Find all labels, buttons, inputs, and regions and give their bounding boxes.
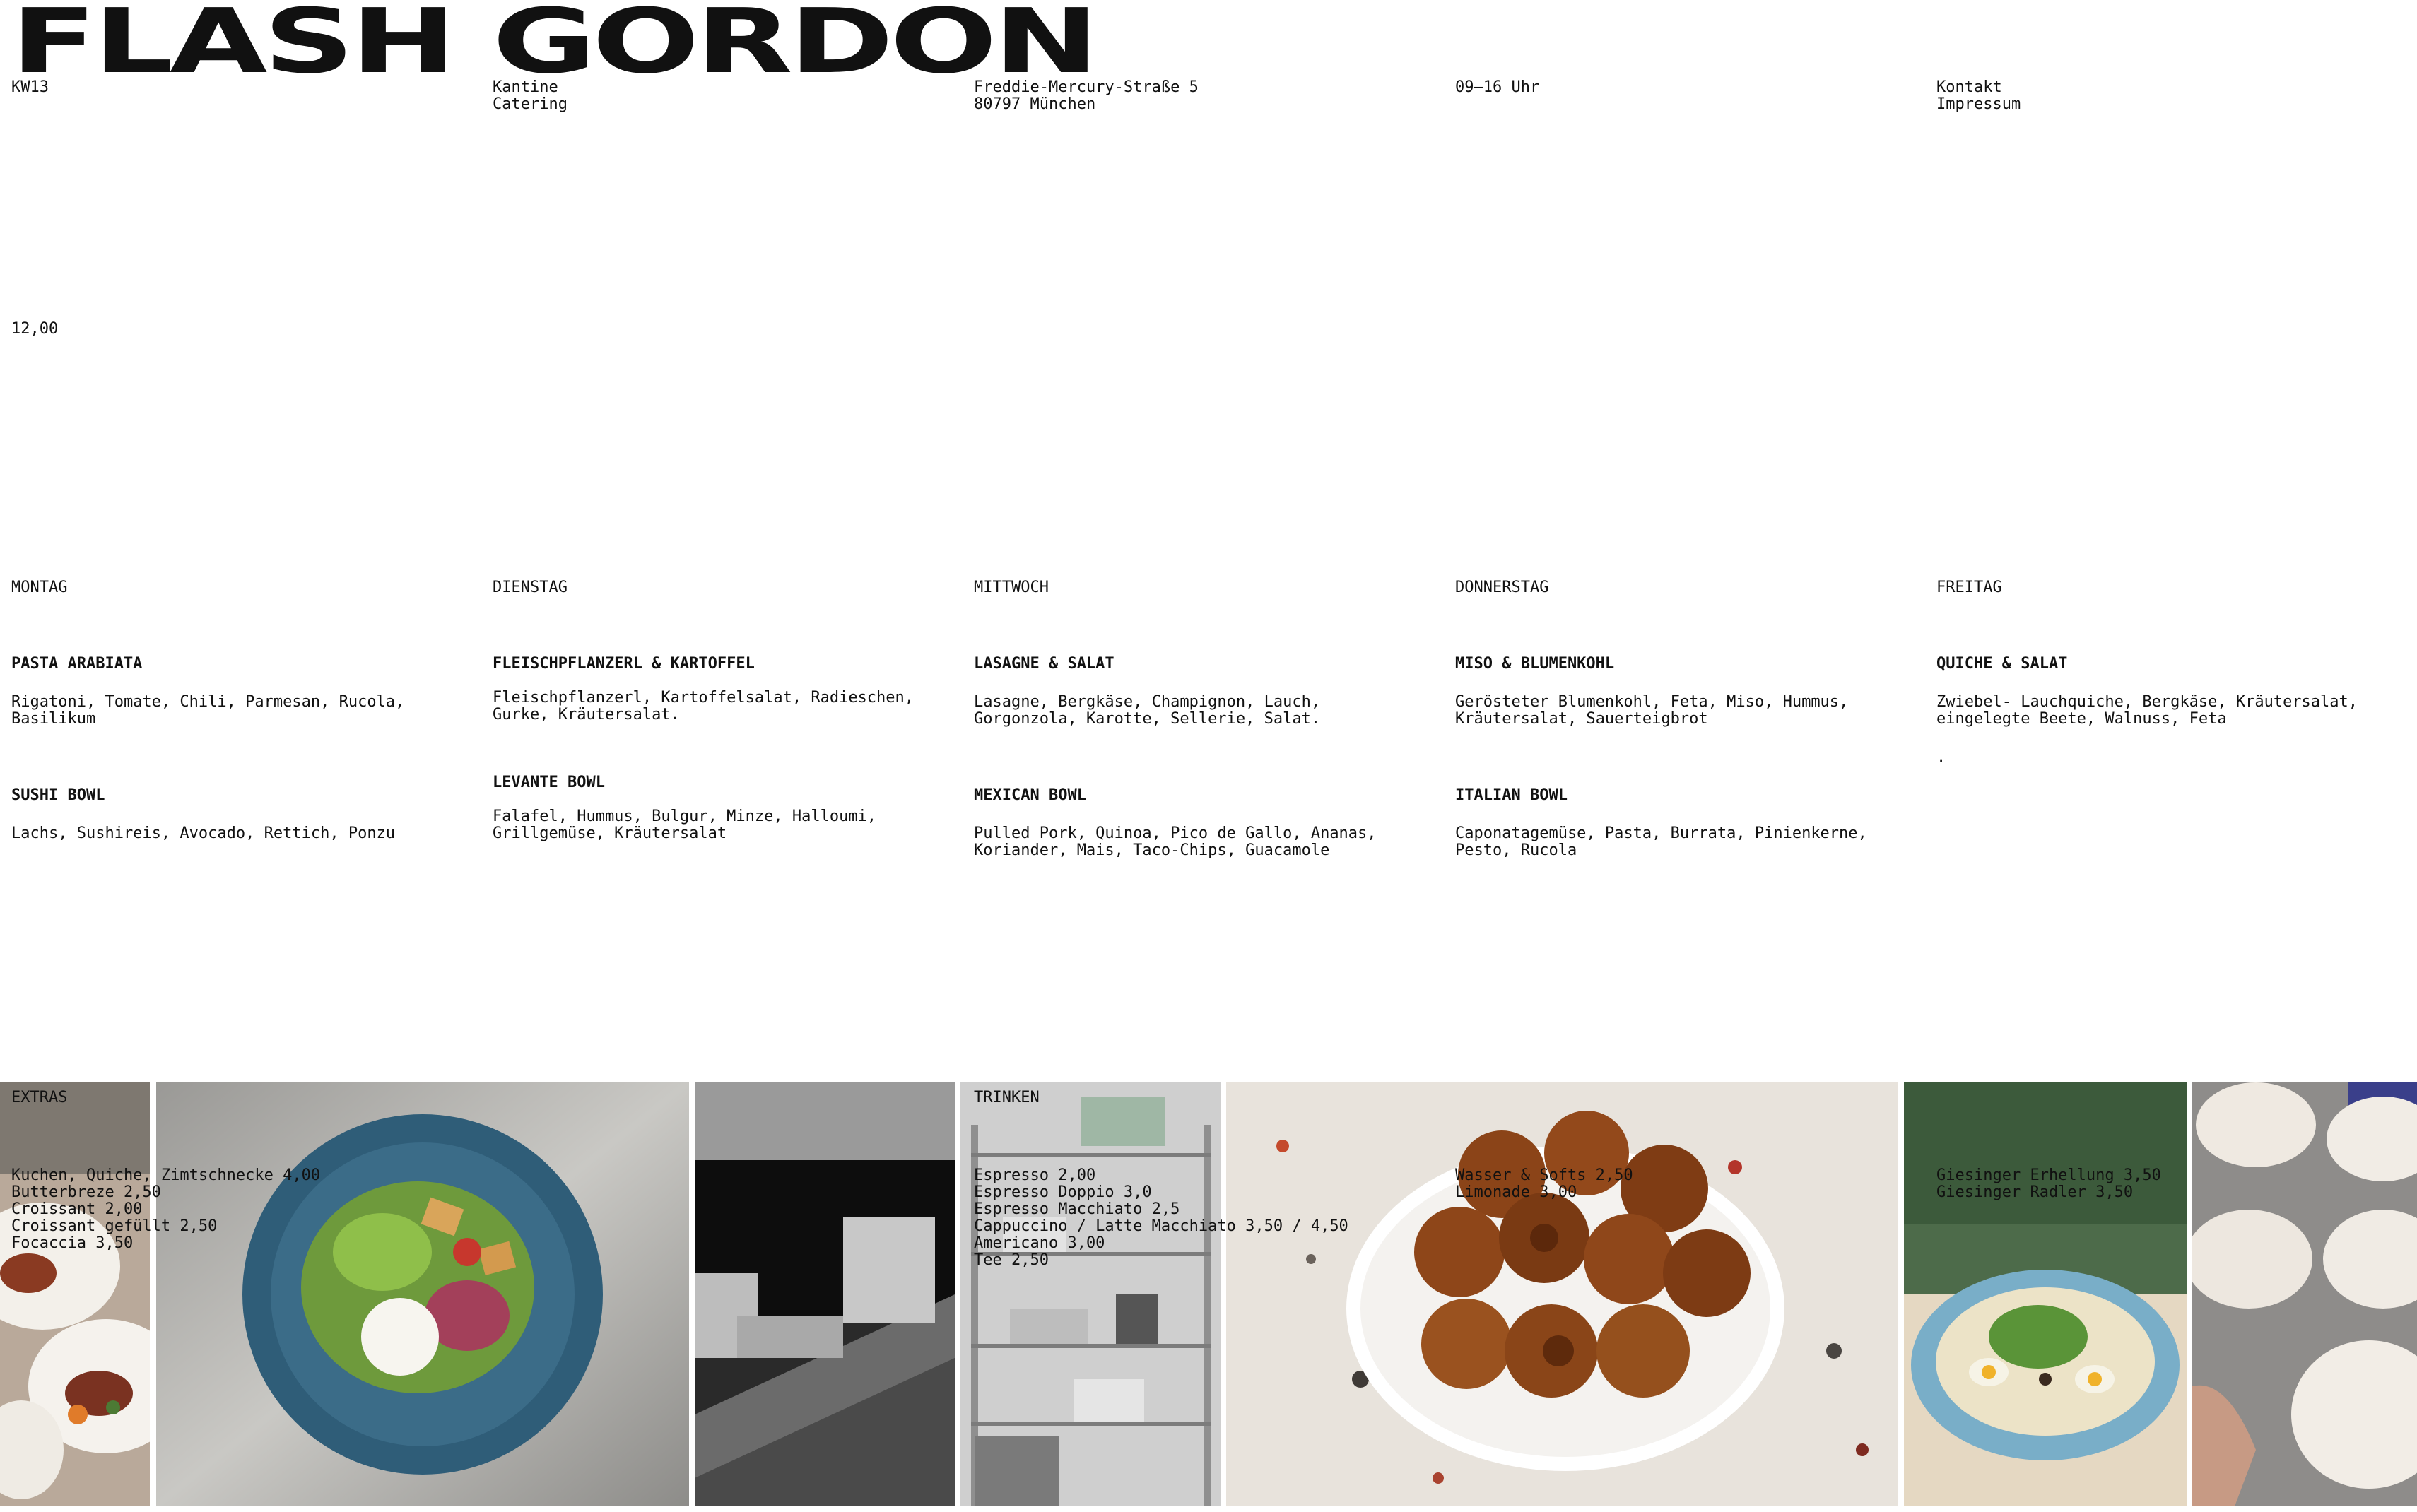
dish-description: Fleischpflanzerl, Kartoffelsalat, Radies… [493,689,915,723]
drink-item: Tee 2,50 [974,1251,1049,1269]
day-label-mittwoch: MITTWOCH [974,579,1049,596]
cinnamon-rolls-image [1226,1082,1898,1506]
cinnamon-rolls-photo [1226,1082,1898,1506]
week-label: KW13 [11,78,49,96]
dish-description: Caponatagemüse, Pasta, Burrata, Pinienke… [1455,825,1867,859]
opening-hours: 09–16 Uhr [1455,78,1540,96]
lunch-price: 12,00 [11,320,59,338]
dish-description: Lachs, Sushireis, Avocado, Rettich, Ponz… [11,825,396,842]
dish-description: Lasagne, Bergkäse, Champignon, Lauch, Go… [974,693,1321,728]
kitchen-counter-image [695,1082,955,1506]
kitchen-counter-photo [695,1082,955,1506]
link-kontakt[interactable]: Kontakt [1936,79,2002,96]
drink-item: Espresso 2,00 [974,1167,1096,1184]
day-label-freitag: FREITAG [1936,579,2002,596]
dish-description: Rigatoni, Tomate, Chili, Parmesan, Rucol… [11,693,405,728]
extras-item: Kuchen, Quiche, Zimtschnecke 4,00 [11,1167,321,1184]
dish-title: LEVANTE BOWL [493,774,605,791]
hot-drinks-list: Espresso 2,00 Espresso Doppio 3,0 Espres… [974,1167,1348,1269]
dish-title: FLEISCHPFLANZERL & KARTOFFEL [493,655,755,673]
link-impressum[interactable]: Impressum [1936,96,2021,113]
address-line2: 80797 München [974,95,1096,113]
dish-title: SUSHI BOWL [11,786,105,804]
nav-kantine[interactable]: Kantine [493,79,558,96]
dish-description: Gerösteter Blumenkohl, Feta, Miso, Hummu… [1455,693,1849,728]
dough-balls-photo [2192,1082,2417,1506]
day-label-montag: MONTAG [11,579,68,596]
dish-title: PASTA ARABIATA [11,655,143,673]
cold-drinks-list: Wasser & Softs 2,50 Limonade 3,00 [1455,1167,1633,1201]
storage-shelves-photo [960,1082,1221,1506]
drink-item: Cappuccino / Latte Macchiato 3,50 / 4,50 [974,1217,1348,1235]
dish-title: ITALIAN BOWL [1455,786,1568,804]
egg-bowl-photo [1904,1082,2187,1506]
drink-item: Americano 3,00 [974,1234,1105,1252]
day-note: . [1936,748,1946,766]
drink-item: Espresso Doppio 3,0 [974,1183,1152,1201]
plated-dishes-photo [0,1082,150,1506]
nav-catering[interactable]: Catering [493,96,568,113]
extras-item: Butterbreze 2,50 [11,1183,161,1201]
day-label-dienstag: DIENSTAG [493,579,568,596]
dish-title: MISO & BLUMENKOHL [1455,655,1615,673]
salad-bowl-photo [156,1082,689,1506]
storage-shelves-image [960,1082,1221,1506]
dough-balls-image [2192,1082,2417,1506]
address-line1: Freddie-Mercury-Straße 5 [974,78,1199,96]
day-label-donnerstag: DONNERSTAG [1455,579,1549,596]
dish-description: Zwiebel- Lauchquiche, Bergkäse, Kräuters… [1936,693,2358,728]
drink-item: Limonade 3,00 [1455,1183,1577,1201]
extras-item: Croissant gefüllt 2,50 [11,1217,218,1235]
drink-item: Giesinger Radler 3,50 [1936,1183,2134,1201]
dish-title: MEXICAN BOWL [974,786,1086,804]
drink-item: Espresso Macchiato 2,5 [974,1200,1180,1218]
drink-item: Giesinger Erhellung 3,50 [1936,1167,2161,1184]
extras-label: EXTRAS [11,1089,68,1106]
extras-list: Kuchen, Quiche, Zimtschnecke 4,00 Butter… [11,1167,320,1252]
beer-list: Giesinger Erhellung 3,50 Giesinger Radle… [1936,1167,2161,1201]
egg-bowl-image [1904,1082,2187,1506]
dish-title: QUICHE & SALAT [1936,655,2068,673]
drinks-label: TRINKEN [974,1089,1040,1106]
salad-bowl-image [156,1082,689,1506]
dish-description: Pulled Pork, Quinoa, Pico de Gallo, Anan… [974,825,1377,859]
drink-item: Wasser & Softs 2,50 [1455,1167,1633,1184]
dish-title: LASAGNE & SALAT [974,655,1115,673]
extras-item: Croissant 2,00 [11,1200,143,1218]
brand-logo[interactable]: FLASH GORDON [11,0,1365,86]
extras-item: Focaccia 3,50 [11,1234,134,1252]
dish-description: Falafel, Hummus, Bulgur, Minze, Halloumi… [493,808,877,842]
plated-dishes-image [0,1082,150,1506]
